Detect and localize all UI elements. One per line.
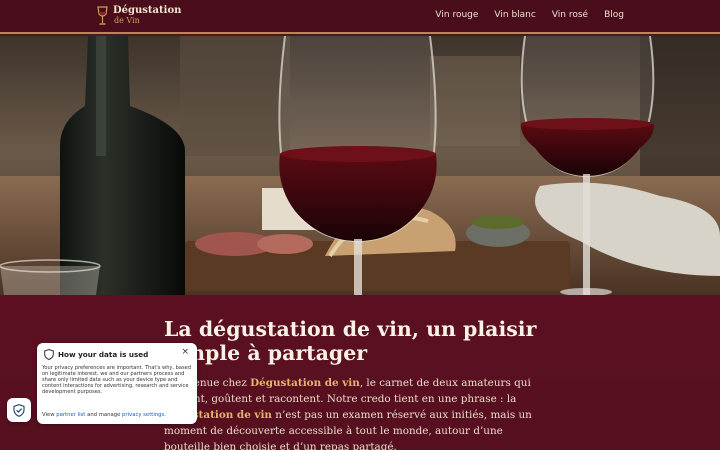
privacy-foot-text-3: . bbox=[164, 412, 166, 418]
shield-check-icon bbox=[13, 403, 25, 417]
close-icon[interactable]: × bbox=[181, 347, 189, 357]
site-header: Dégustation de Vin Vin rouge Vin blanc V… bbox=[0, 0, 720, 34]
site-logo[interactable]: Dégustation de Vin bbox=[96, 6, 181, 26]
main-nav: Vin rouge Vin blanc Vin rosé Blog bbox=[435, 10, 624, 20]
logo-text: Dégustation de Vin bbox=[113, 6, 181, 26]
partner-list-link[interactable]: partner list bbox=[56, 412, 85, 418]
nav-vin-rose[interactable]: Vin rosé bbox=[552, 10, 588, 20]
hero-image bbox=[0, 36, 720, 295]
privacy-settings-link[interactable]: privacy settings bbox=[122, 412, 164, 418]
nav-blog[interactable]: Blog bbox=[604, 10, 624, 20]
nav-vin-rouge[interactable]: Vin rouge bbox=[435, 10, 478, 20]
logo-subtitle: de Vin bbox=[114, 16, 140, 25]
privacy-foot-text-2: and manage bbox=[85, 412, 123, 418]
logo-title: Dégustation bbox=[113, 5, 182, 16]
wine-glasses-photo bbox=[0, 36, 720, 295]
privacy-header: How your data is used bbox=[44, 349, 148, 360]
intro-paragraph: Bienvenue chez Dégustation de vin, le ca… bbox=[164, 375, 544, 450]
privacy-title: How your data is used bbox=[58, 350, 149, 359]
wine-glass-icon bbox=[97, 6, 108, 25]
brand-highlight: Dégustation de vin bbox=[250, 377, 360, 389]
nav-vin-blanc[interactable]: Vin blanc bbox=[494, 10, 535, 20]
privacy-body: Your privacy preferences are important. … bbox=[42, 365, 192, 396]
privacy-foot-text-1: View bbox=[42, 412, 57, 418]
shield-icon bbox=[44, 349, 54, 360]
privacy-popup: How your data is used × Your privacy pre… bbox=[37, 343, 197, 424]
privacy-footer: View partner list and manage privacy set… bbox=[42, 412, 197, 418]
page-title: La dégustation de vin, un plaisir simple… bbox=[164, 317, 537, 365]
privacy-settings-button[interactable] bbox=[7, 398, 31, 422]
